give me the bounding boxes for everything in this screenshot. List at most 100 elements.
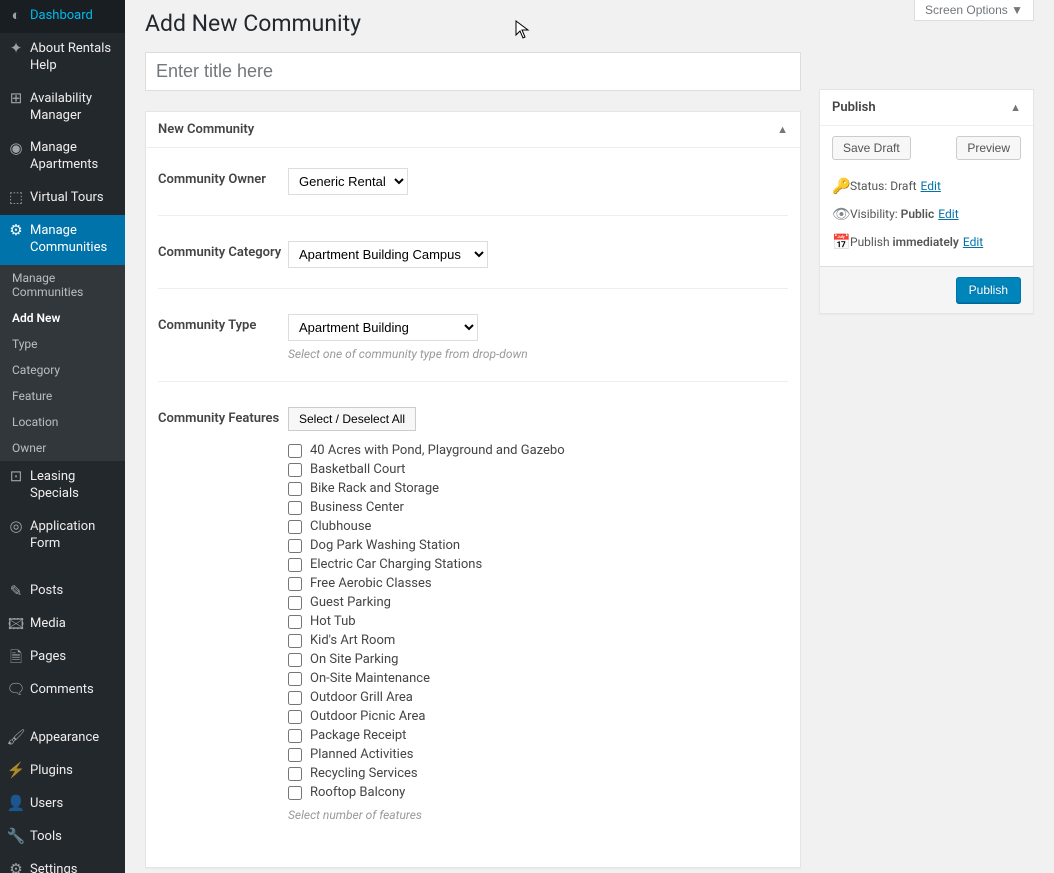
sidebar-item-appearance[interactable]: 🖌 Appearance	[0, 722, 125, 755]
edit-schedule-link[interactable]: Edit	[963, 235, 983, 249]
feature-checkbox[interactable]	[288, 710, 302, 724]
sidebar-item-plugins[interactable]: ⚡ Plugins	[0, 755, 125, 788]
schedule-label: Publish	[850, 235, 890, 249]
feature-checkbox[interactable]	[288, 634, 302, 648]
edit-status-link[interactable]: Edit	[921, 179, 941, 193]
feature-label[interactable]: Business Center	[310, 500, 404, 515]
feature-label[interactable]: Basketball Court	[310, 462, 405, 477]
feature-checkbox[interactable]	[288, 615, 302, 629]
sidebar-item-communities[interactable]: ⚙ Manage Communities	[0, 215, 125, 265]
feature-checkbox[interactable]	[288, 501, 302, 515]
feature-label[interactable]: On Site Parking	[310, 652, 398, 667]
submenu-category[interactable]: Category	[0, 357, 125, 383]
feature-label[interactable]: Planned Activities	[310, 747, 413, 762]
submenu-manage[interactable]: Manage Communities	[0, 265, 125, 305]
feature-checkbox[interactable]	[288, 577, 302, 591]
feature-label[interactable]: Package Receipt	[310, 728, 406, 743]
sidebar-item-users[interactable]: 👤 Users	[0, 788, 125, 821]
sidebar-item-tools[interactable]: 🔧 Tools	[0, 821, 125, 854]
feature-label[interactable]: Recycling Services	[310, 766, 418, 781]
feature-label[interactable]: Outdoor Grill Area	[310, 690, 413, 705]
sidebar-item-label: Availability Manager	[30, 91, 117, 125]
feature-checkbox[interactable]	[288, 653, 302, 667]
sidebar-item-apartments[interactable]: ◉ Manage Apartments	[0, 132, 125, 182]
feature-label[interactable]: Guest Parking	[310, 595, 391, 610]
feature-checkbox[interactable]	[288, 482, 302, 496]
sidebar-item-posts[interactable]: ✎ Posts	[0, 575, 125, 608]
feature-checkbox[interactable]	[288, 767, 302, 781]
select-all-button[interactable]: Select / Deselect All	[288, 407, 416, 431]
submenu-add-new[interactable]: Add New	[0, 305, 125, 331]
feature-label[interactable]: Rooftop Balcony	[310, 785, 405, 800]
title-input[interactable]	[145, 52, 801, 91]
feature-label[interactable]: Electric Car Charging Stations	[310, 557, 482, 572]
feature-label[interactable]: On-Site Maintenance	[310, 671, 430, 686]
feature-item: Basketball Court	[288, 460, 788, 479]
feature-label[interactable]: Kid's Art Room	[310, 633, 395, 648]
feature-item: Outdoor Grill Area	[288, 688, 788, 707]
sidebar-item-label: Manage Apartments	[30, 140, 117, 174]
feature-checkbox[interactable]	[288, 558, 302, 572]
feature-label[interactable]: 40 Acres with Pond, Playground and Gazeb…	[310, 443, 565, 458]
visibility-value: Public	[901, 207, 935, 221]
owner-label: Community Owner	[158, 168, 288, 187]
owner-select[interactable]: Generic Rentals, Inc.	[288, 168, 408, 195]
feature-label[interactable]: Outdoor Picnic Area	[310, 709, 425, 724]
sidebar-item-settings[interactable]: ⚙ Settings	[0, 854, 125, 873]
sidebar-item-about[interactable]: ✦ About Rentals Help	[0, 33, 125, 83]
feature-label[interactable]: Clubhouse	[310, 519, 371, 534]
publish-title: Publish	[832, 100, 876, 115]
feature-checkbox[interactable]	[288, 748, 302, 762]
calendar-icon: 📅	[832, 233, 850, 251]
feature-item: Business Center	[288, 498, 788, 517]
sidebar-item-tours[interactable]: ⬚ Virtual Tours	[0, 182, 125, 215]
type-select[interactable]: Apartment Building	[288, 314, 478, 341]
features-hint: Select number of features	[288, 808, 788, 822]
submenu-owner[interactable]: Owner	[0, 435, 125, 461]
screen-options-label: Screen Options	[925, 3, 1008, 17]
submenu-type[interactable]: Type	[0, 331, 125, 357]
feature-checkbox[interactable]	[288, 691, 302, 705]
metabox-header[interactable]: New Community ▲	[146, 112, 800, 148]
camera-icon: ⬚	[8, 190, 24, 206]
sidebar-item-pages[interactable]: 🗎 Pages	[0, 641, 125, 674]
feature-checkbox[interactable]	[288, 672, 302, 686]
feature-item: Dog Park Washing Station	[288, 536, 788, 555]
feature-checkbox[interactable]	[288, 786, 302, 800]
feature-label[interactable]: Free Aerobic Classes	[310, 576, 432, 591]
key-icon: 🔑	[832, 177, 850, 195]
sidebar-item-application[interactable]: ◎ Application Form	[0, 511, 125, 561]
feature-checkbox[interactable]	[288, 539, 302, 553]
edit-visibility-link[interactable]: Edit	[938, 207, 958, 221]
save-draft-button[interactable]: Save Draft	[832, 136, 911, 160]
sidebar-item-media[interactable]: 🖾 Media	[0, 608, 125, 641]
sidebar-item-label: Application Form	[30, 519, 117, 553]
publish-button[interactable]: Publish	[956, 277, 1021, 303]
community-icon: ⚙	[8, 223, 24, 239]
feature-label[interactable]: Bike Rack and Storage	[310, 481, 439, 496]
row-type: Community Type Apartment Building Select…	[158, 304, 788, 382]
screen-options-button[interactable]: Screen Options ▼	[914, 0, 1034, 21]
sidebar-item-availability[interactable]: ⊞ Availability Manager	[0, 83, 125, 133]
feature-checkbox[interactable]	[288, 596, 302, 610]
feature-checkbox[interactable]	[288, 729, 302, 743]
community-metabox: New Community ▲ Community Owner Generic …	[145, 111, 801, 868]
sidebar-item-label: Posts	[30, 583, 117, 600]
feature-checkbox[interactable]	[288, 463, 302, 477]
feature-label[interactable]: Dog Park Washing Station	[310, 538, 460, 553]
feature-label[interactable]: Hot Tub	[310, 614, 356, 629]
sidebar-item-dashboard[interactable]: ◐ Dashboard	[0, 0, 125, 33]
submenu-feature[interactable]: Feature	[0, 383, 125, 409]
feature-checkbox[interactable]	[288, 444, 302, 458]
submenu-location[interactable]: Location	[0, 409, 125, 435]
sidebar-item-comments[interactable]: 🗨 Comments	[0, 674, 125, 707]
visibility-row: 👁 Visibility: Public Edit	[832, 200, 1021, 228]
feature-checkbox[interactable]	[288, 520, 302, 534]
calendar-icon: ⊞	[8, 91, 24, 107]
sidebar-item-label: Users	[30, 796, 117, 813]
row-features: Community Features Select / Deselect All…	[158, 397, 788, 842]
category-select[interactable]: Apartment Building Campus	[288, 241, 488, 268]
publish-header[interactable]: Publish ▲	[820, 90, 1033, 126]
preview-button[interactable]: Preview	[956, 136, 1021, 160]
sidebar-item-leasing[interactable]: ⊡ Leasing Specials	[0, 461, 125, 511]
